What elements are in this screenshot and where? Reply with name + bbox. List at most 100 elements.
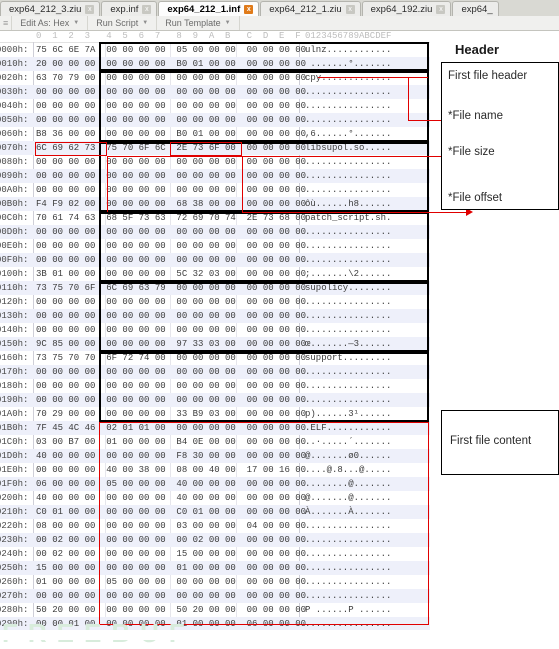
- hex-row[interactable]: 0280h: 50 20 00 00 00 00 00 00 50 20 00 0…: [0, 603, 430, 617]
- hex-row[interactable]: 00A0h: 00 00 00 00 00 00 00 00 00 00 00 0…: [0, 183, 430, 197]
- hex-row[interactable]: 0100h: 3B 01 00 00 00 00 00 00 5C 32 03 0…: [0, 267, 430, 281]
- hex-row[interactable]: 0180h: 00 00 00 00 00 00 00 00 00 00 00 0…: [0, 379, 430, 393]
- hex-row[interactable]: 00F0h: 00 00 00 00 00 00 00 00 00 00 00 0…: [0, 253, 430, 267]
- tab-exp64-212-1-inf[interactable]: exp64_212_1.inf x: [158, 1, 260, 16]
- annotation-first-file-content: First file content: [450, 435, 532, 447]
- hex-row-offset: 0150h:: [0, 339, 29, 349]
- hex-row[interactable]: 0220h: 08 00 00 00 00 00 00 00 03 00 00 0…: [0, 519, 430, 533]
- overflow-icon[interactable]: ≡: [0, 16, 13, 30]
- annotation-file-size: *File size: [448, 146, 495, 158]
- run-script-dropdown[interactable]: Run Script ▼: [88, 16, 158, 30]
- hex-row-offset: 0180h:: [0, 381, 29, 391]
- hex-row[interactable]: 0130h: 00 00 00 00 00 00 00 00 00 00 00 0…: [0, 309, 430, 323]
- close-icon[interactable]: x: [244, 4, 254, 14]
- annotation-header-panel: [441, 62, 559, 210]
- hex-row[interactable]: 0260h: 01 00 00 00 05 00 00 00 00 00 00 0…: [0, 575, 430, 589]
- hex-row-ascii: ................: [305, 255, 392, 265]
- column-header-hex: 0 1 2 3 4 5 6 7 8 9 A B C D E F: [36, 31, 301, 41]
- hex-row-ascii: ....@.8...@.....: [305, 465, 392, 475]
- hex-row-ascii: ................: [305, 535, 392, 545]
- hex-row-ascii: ôù......h8......: [305, 199, 392, 209]
- hex-row-bytes: 7F 45 4C 46 02 01 01 00 00 00 00 00 00 0…: [36, 423, 307, 433]
- hex-row-bytes: 40 00 00 00 00 00 00 00 40 00 00 00 00 0…: [36, 493, 307, 503]
- hex-row[interactable]: 0200h: 40 00 00 00 00 00 00 00 40 00 00 0…: [0, 491, 430, 505]
- hex-row[interactable]: 0030h: 00 00 00 00 00 00 00 00 00 00 00 0…: [0, 85, 430, 99]
- hex-row[interactable]: 0110h: 73 75 70 6F 6C 69 63 79 00 00 00 0…: [0, 281, 430, 295]
- hex-row-offset: 0110h:: [0, 283, 29, 293]
- hex-row-offset: 0130h:: [0, 311, 29, 321]
- hex-row[interactable]: 0020h: 63 70 79 00 00 00 00 00 00 00 00 0…: [0, 71, 430, 85]
- hex-row-offset: 0160h:: [0, 353, 29, 363]
- hex-row[interactable]: 0150h: 9C 85 00 00 00 00 00 00 97 33 03 0…: [0, 337, 430, 351]
- edit-as-hex-dropdown[interactable]: Edit As: Hex ▼: [12, 16, 89, 30]
- hex-row[interactable]: 00E0h: 00 00 00 00 00 00 00 00 00 00 00 0…: [0, 239, 430, 253]
- hex-row[interactable]: 0170h: 00 00 00 00 00 00 00 00 00 00 00 0…: [0, 365, 430, 379]
- hex-row[interactable]: 0250h: 15 00 00 00 00 00 00 00 01 00 00 0…: [0, 561, 430, 575]
- hex-row-ascii: support.........: [305, 353, 392, 363]
- hex-row-ascii: libsupol.so.....: [305, 143, 392, 153]
- hex-row-bytes: 00 02 00 00 00 00 00 00 15 00 00 00 00 0…: [36, 549, 307, 559]
- hex-row[interactable]: 0160h: 73 75 70 70 6F 72 74 00 00 00 00 0…: [0, 351, 430, 365]
- tab-exp64-overflow[interactable]: exp64_: [452, 1, 499, 16]
- file-size-arrow: [466, 152, 473, 160]
- hex-column-header: 0 1 2 3 4 5 6 7 8 9 A B C D E F 01234567…: [0, 31, 430, 43]
- tab-exp-inf[interactable]: exp.inf x: [101, 1, 158, 16]
- hex-row[interactable]: 00B0h: F4 F9 02 00 00 00 00 00 68 38 00 0…: [0, 197, 430, 211]
- hex-row[interactable]: 01C0h: 03 00 B7 00 01 00 00 00 B4 0E 00 0…: [0, 435, 430, 449]
- hex-row[interactable]: 0070h: 6C 69 62 73 75 70 6F 6C 2E 73 6F 0…: [0, 141, 430, 155]
- hex-row-bytes: 6C 69 62 73 75 70 6F 6C 2E 73 6F 00 00 0…: [36, 143, 307, 153]
- hex-row-offset: 0190h:: [0, 395, 29, 405]
- hex-row[interactable]: 0040h: 00 00 00 00 00 00 00 00 00 00 00 0…: [0, 99, 430, 113]
- hex-row[interactable]: 01B0h: 7F 45 4C 46 02 01 01 00 00 00 00 0…: [0, 421, 430, 435]
- hex-row[interactable]: 0230h: 00 02 00 00 00 00 00 00 00 02 00 0…: [0, 533, 430, 547]
- hex-row-offset: 0210h:: [0, 507, 29, 517]
- close-icon[interactable]: x: [345, 4, 355, 14]
- hex-row[interactable]: 00C0h: 70 61 74 63 68 5F 73 63 72 69 70 7…: [0, 211, 430, 225]
- hex-row[interactable]: 0210h: C0 01 00 00 00 00 00 00 C0 01 00 0…: [0, 505, 430, 519]
- hex-row[interactable]: 0080h: 00 00 00 00 00 00 00 00 00 00 00 0…: [0, 155, 430, 169]
- tab-exp64-212-1-ziu[interactable]: exp64_212_1.ziu x: [260, 1, 361, 16]
- hex-row-ascii: ........@.......: [305, 479, 392, 489]
- tab-exp64-212-3-ziu[interactable]: exp64_212_3.ziu x: [0, 1, 101, 16]
- hex-row-ascii: P ......P ......: [305, 605, 392, 615]
- hex-row-ascii: ................: [305, 367, 392, 377]
- chevron-down-icon: ▼: [142, 20, 149, 26]
- hex-row[interactable]: 01E0h: 00 00 00 00 40 00 38 00 08 00 40 0…: [0, 463, 430, 477]
- close-icon[interactable]: x: [142, 4, 152, 14]
- hex-row[interactable]: 0010h: 20 00 00 00 00 00 00 00 B0 01 00 0…: [0, 57, 430, 71]
- hex-row[interactable]: 0000h: 75 6C 6E 7A 00 00 00 00 05 00 00 0…: [0, 43, 430, 57]
- footer-spacer: [0, 630, 559, 640]
- hex-row-offset: 0250h:: [0, 563, 29, 573]
- hex-row-offset: 00B0h:: [0, 199, 29, 209]
- hex-row-ascii: ................: [305, 521, 392, 531]
- hex-row-offset: 0060h:: [0, 129, 29, 139]
- hex-row-offset: 0020h:: [0, 73, 29, 83]
- hex-row[interactable]: 01A0h: 70 29 00 00 00 00 00 00 33 B9 03 0…: [0, 407, 430, 421]
- hex-row[interactable]: 01D0h: 40 00 00 00 00 00 00 00 F8 30 00 0…: [0, 449, 430, 463]
- hex-row[interactable]: 00D0h: 00 00 00 00 00 00 00 00 00 00 00 0…: [0, 225, 430, 239]
- run-template-dropdown[interactable]: Run Template ▼: [157, 16, 240, 30]
- hex-row[interactable]: 01F0h: 06 00 00 00 05 00 00 00 40 00 00 0…: [0, 477, 430, 491]
- hex-row[interactable]: 0120h: 00 00 00 00 00 00 00 00 00 00 00 0…: [0, 295, 430, 309]
- close-icon[interactable]: x: [85, 4, 95, 14]
- hex-row-bytes: 00 00 00 00 00 00 00 00 00 00 00 00 00 0…: [36, 241, 307, 251]
- hex-row[interactable]: 0240h: 00 02 00 00 00 00 00 00 15 00 00 0…: [0, 547, 430, 561]
- hex-row-ascii: ................: [305, 171, 392, 181]
- hex-row-offset: 0200h:: [0, 493, 29, 503]
- tab-exp64-192-ziu[interactable]: exp64_192.ziu x: [361, 1, 452, 16]
- hex-row-bytes: 00 00 00 00 00 00 00 00 00 00 00 00 00 0…: [36, 157, 307, 167]
- file-offset-arrow: [466, 208, 473, 216]
- hex-row[interactable]: 0050h: 00 00 00 00 00 00 00 00 00 00 00 0…: [0, 113, 430, 127]
- hex-row-bytes: 73 75 70 6F 6C 69 63 79 00 00 00 00 00 0…: [36, 283, 307, 293]
- hex-row[interactable]: 0270h: 00 00 00 00 00 00 00 00 00 00 00 0…: [0, 589, 430, 603]
- hex-row[interactable]: 0140h: 00 00 00 00 00 00 00 00 00 00 00 0…: [0, 323, 430, 337]
- close-icon[interactable]: x: [436, 4, 446, 14]
- hex-row[interactable]: 0060h: B8 36 00 00 00 00 00 00 B0 01 00 0…: [0, 127, 430, 141]
- hex-row-ascii: .......°.......: [305, 59, 392, 69]
- hex-row-offset: 00C0h:: [0, 213, 29, 223]
- hex-editor-pane[interactable]: 0 1 2 3 4 5 6 7 8 9 A B C D E F 01234567…: [0, 31, 430, 640]
- hex-row[interactable]: 0090h: 00 00 00 00 00 00 00 00 00 00 00 0…: [0, 169, 430, 183]
- hex-row-bytes: 00 00 00 00 40 00 38 00 08 00 40 00 17 0…: [36, 465, 307, 475]
- run-template-label: Run Template: [165, 18, 221, 28]
- hex-row[interactable]: 0190h: 00 00 00 00 00 00 00 00 00 00 00 0…: [0, 393, 430, 407]
